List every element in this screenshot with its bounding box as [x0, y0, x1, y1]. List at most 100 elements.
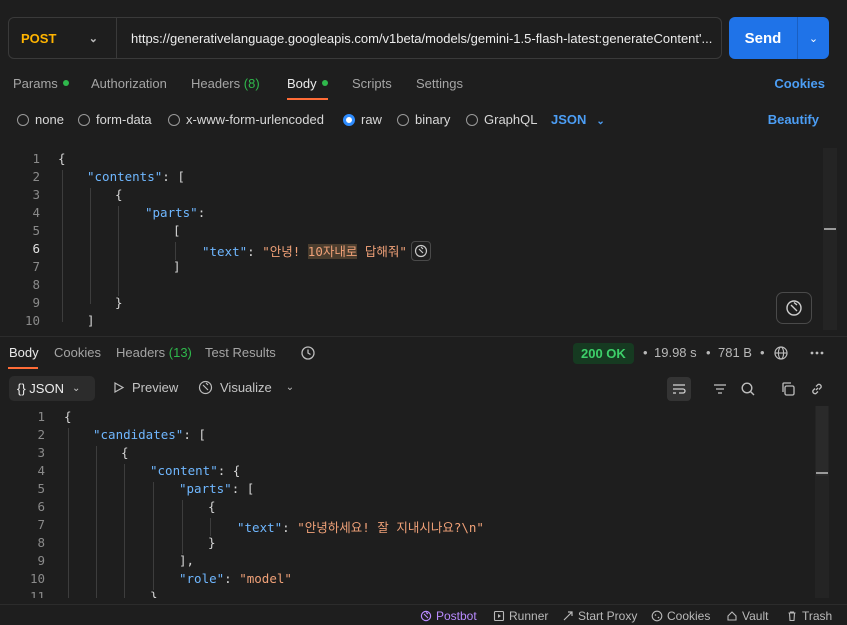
- scrollbar-thumb[interactable]: [816, 406, 828, 476]
- link-icon[interactable]: [805, 377, 829, 401]
- proxy-icon: [563, 611, 573, 621]
- postbot-inline-icon[interactable]: [411, 241, 431, 261]
- radio-raw[interactable]: raw: [343, 112, 382, 127]
- chevron-down-icon: ⌄: [88, 32, 98, 45]
- vault-button[interactable]: Vault: [726, 609, 768, 623]
- body-type-row: none form-data x-www-form-urlencoded raw…: [0, 104, 847, 136]
- response-time[interactable]: 19.98 s: [654, 345, 697, 360]
- json-key: "candidates": [93, 427, 184, 442]
- trash-button[interactable]: Trash: [786, 609, 832, 623]
- code-line: "content": {: [150, 463, 240, 478]
- vault-label: Vault: [742, 609, 769, 623]
- start-proxy-button[interactable]: Start Proxy: [562, 609, 637, 623]
- json-string-highlight: 10자내로: [307, 244, 358, 259]
- params-active-dot: [62, 80, 69, 86]
- runner-label: Runner: [509, 609, 549, 623]
- response-headers-count: (13): [168, 345, 192, 360]
- send-button[interactable]: Send ⌄: [729, 17, 829, 59]
- copy-icon[interactable]: [776, 377, 800, 401]
- preview-label: Preview: [132, 380, 179, 395]
- json-key: "parts": [145, 205, 198, 220]
- tab-authorization[interactable]: Authorization: [91, 76, 167, 91]
- active-tab-underline: [8, 367, 38, 369]
- format-select[interactable]: JSON ⌄: [551, 112, 605, 127]
- filter-icon[interactable]: [708, 377, 732, 401]
- search-icon[interactable]: [736, 377, 760, 401]
- json-key: "contents": [87, 169, 163, 184]
- radio-binary[interactable]: binary: [397, 112, 450, 127]
- line-number: 8: [37, 535, 45, 550]
- tab-settings[interactable]: Settings: [416, 76, 463, 91]
- radio-none[interactable]: none: [17, 112, 64, 127]
- radio-graphql-label: GraphQL: [484, 112, 538, 127]
- radio-urlencoded[interactable]: x-www-form-urlencoded: [168, 112, 324, 127]
- tab-headers-label: Headers: [191, 76, 241, 91]
- code-line: "text": "안녕! 10자내로 답해줘": [202, 241, 407, 260]
- json-string: "안녕!: [262, 244, 308, 259]
- tab-headers[interactable]: Headers (8): [191, 76, 260, 91]
- response-format-select[interactable]: {} JSON ⌄: [9, 376, 95, 401]
- request-body-editor[interactable]: 1 2 3 4 5 6 7 8 9 10 { "contents": [ { "…: [0, 148, 837, 330]
- more-options-icon[interactable]: [805, 341, 829, 365]
- response-tab-headers[interactable]: Headers (13): [116, 345, 192, 360]
- code-line: }: [208, 535, 216, 550]
- radio-circle: [78, 113, 90, 126]
- send-label: Send: [744, 29, 782, 47]
- play-icon: [114, 381, 125, 394]
- postbot-button-icon[interactable]: [776, 292, 812, 324]
- response-tab-cookies[interactable]: Cookies: [54, 345, 101, 360]
- line-number: 4: [37, 463, 45, 478]
- postbot-button[interactable]: Postbot: [420, 609, 477, 623]
- code-line: ],: [179, 553, 195, 568]
- response-scrollbar[interactable]: [815, 406, 829, 598]
- line-number: 7: [37, 517, 45, 532]
- preview-button[interactable]: Preview: [112, 380, 178, 395]
- json-string: "model": [239, 571, 292, 586]
- send-options-chevron-icon[interactable]: ⌄: [798, 32, 829, 45]
- line-number: 10: [29, 571, 45, 586]
- tab-body[interactable]: Body: [287, 76, 328, 91]
- history-icon[interactable]: [296, 341, 320, 365]
- request-scrollbar[interactable]: [823, 148, 837, 330]
- cookies-button[interactable]: Cookies: [651, 609, 710, 623]
- response-tab-test-results[interactable]: Test Results: [205, 345, 276, 360]
- method-label: POST: [21, 30, 57, 46]
- runner-button[interactable]: Runner: [493, 609, 548, 623]
- json-punct: : [: [183, 427, 206, 442]
- radio-circle: [466, 113, 478, 126]
- response-size[interactable]: 781 B: [718, 345, 752, 360]
- visualize-button[interactable]: Visualize ⌄: [198, 380, 294, 395]
- chevron-down-icon: ⌄: [71, 383, 81, 394]
- indent-guide: [68, 428, 69, 598]
- code-line: "text": "안녕하세요! 잘 지내시나요?\n": [237, 517, 484, 536]
- chevron-down-icon[interactable]: ⌄: [286, 382, 294, 393]
- postbot-icon: [420, 610, 432, 622]
- method-select[interactable]: POST ⌄: [9, 18, 117, 58]
- scrollbar-marker: [816, 472, 828, 474]
- radio-graphql[interactable]: GraphQL: [466, 112, 537, 127]
- wrap-lines-icon[interactable]: [667, 377, 691, 401]
- separator-dot: •: [643, 345, 648, 360]
- code-line: "contents": [: [87, 169, 185, 184]
- response-tab-body[interactable]: Body: [9, 345, 39, 360]
- tab-scripts[interactable]: Scripts: [352, 76, 392, 91]
- line-number: 6: [37, 499, 45, 514]
- code-line: },: [150, 589, 166, 598]
- tab-params[interactable]: Params: [13, 76, 69, 91]
- cookies-link[interactable]: Cookies: [774, 76, 825, 91]
- separator-dot: •: [706, 345, 711, 360]
- code-line: {: [121, 445, 129, 460]
- url-box: POST ⌄ https://generativelanguage.google…: [8, 17, 722, 59]
- indent-guide: [182, 500, 183, 554]
- url-input[interactable]: https://generativelanguage.googleapis.co…: [117, 31, 721, 46]
- line-number: 3: [37, 445, 45, 460]
- line-number: 9: [37, 553, 45, 568]
- indent-guide: [96, 446, 97, 598]
- code-line: ]: [173, 259, 181, 274]
- beautify-link[interactable]: Beautify: [768, 112, 819, 127]
- visualize-icon: [198, 380, 213, 395]
- network-globe-icon[interactable]: [769, 341, 793, 365]
- scrollbar-marker: [824, 228, 836, 230]
- response-body-viewer[interactable]: 1 2 3 4 5 6 7 8 9 10 11 { "candidates": …: [0, 406, 837, 598]
- radio-form-data[interactable]: form-data: [78, 112, 152, 127]
